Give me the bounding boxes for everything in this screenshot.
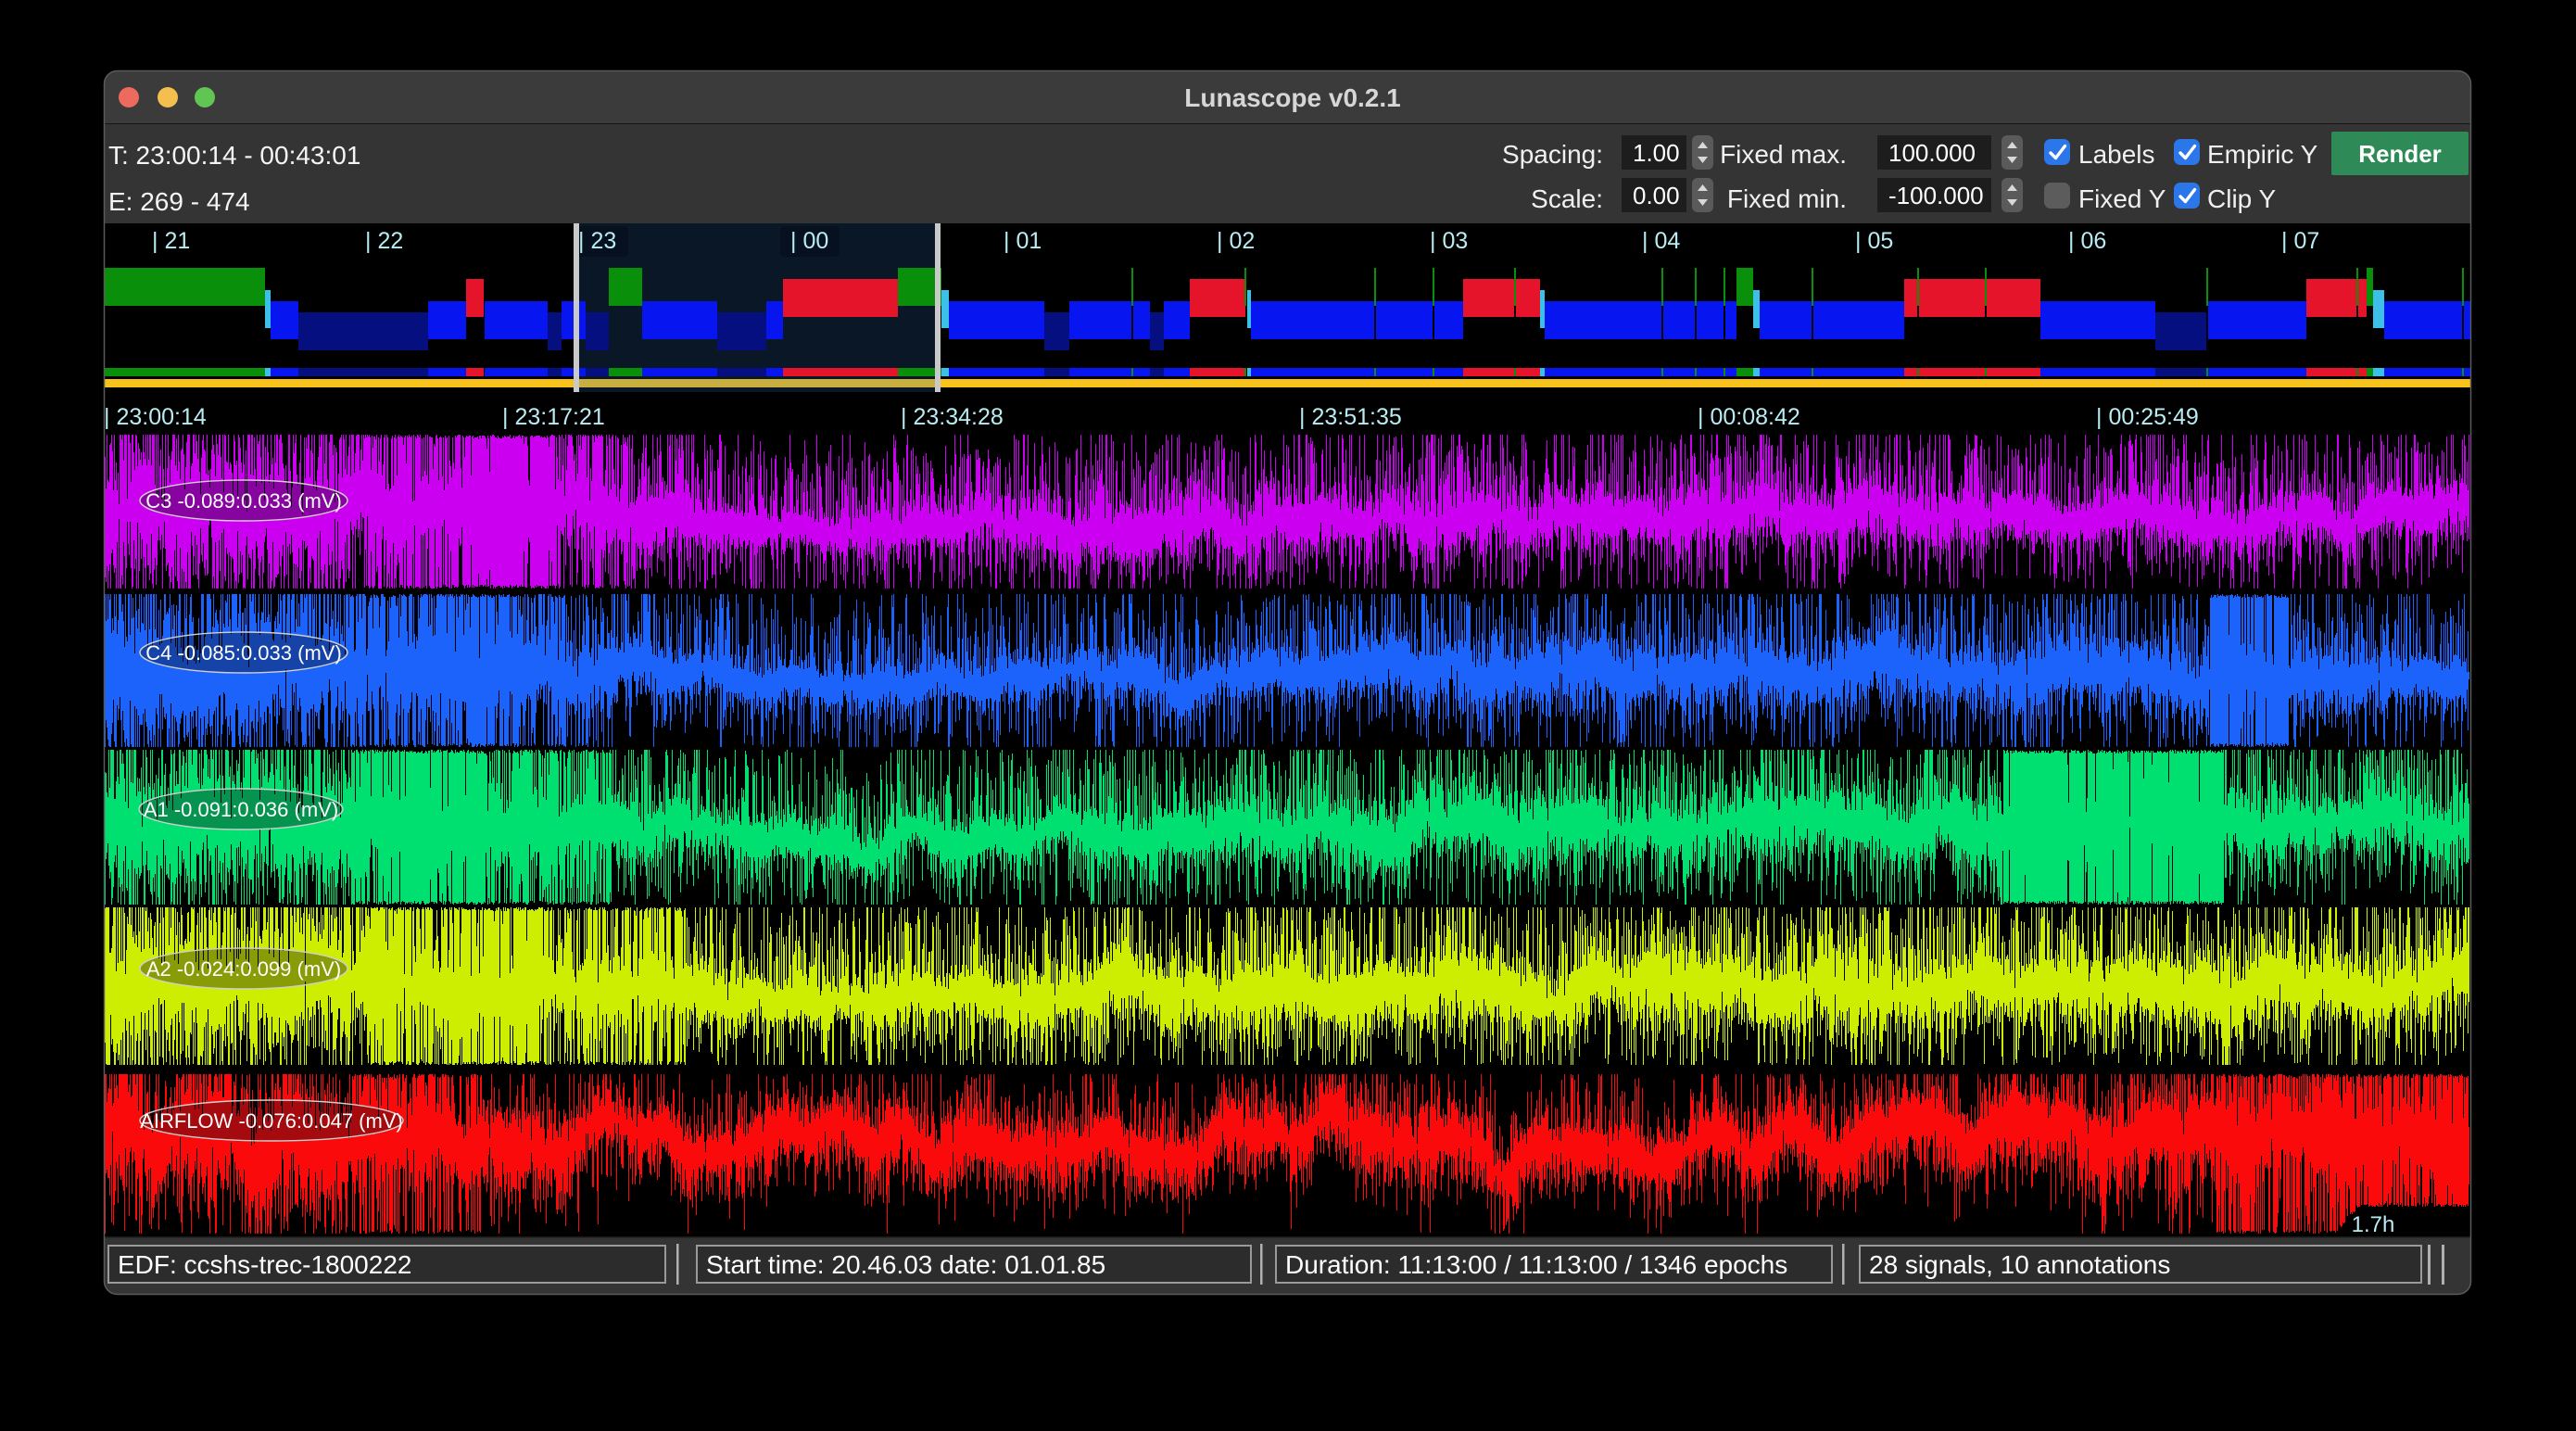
svg-text:| 01: | 01 [1004, 228, 1042, 254]
svg-text:A2 -0.024:0.099 (mV): A2 -0.024:0.099 (mV) [146, 957, 341, 981]
svg-text:C3 -0.089:0.033 (mV): C3 -0.089:0.033 (mV) [145, 489, 342, 513]
svg-text:Fixed Y: Fixed Y [2078, 184, 2166, 213]
svg-text:Empiric Y: Empiric Y [2207, 140, 2318, 169]
svg-text:| 03: | 03 [1430, 228, 1468, 254]
svg-text:| 23:00:14: | 23:00:14 [104, 404, 207, 430]
svg-text:-100.000: -100.000 [1888, 182, 1984, 209]
svg-text:100.000: 100.000 [1888, 139, 1976, 167]
svg-text:| 00: | 00 [790, 228, 828, 254]
svg-text:Fixed min.: Fixed min. [1727, 184, 1847, 213]
svg-text:Duration: 11:13:00 / 11:13:00: Duration: 11:13:00 / 11:13:00 / 1346 epo… [1285, 1250, 1787, 1279]
svg-text:AIRFLOW -0.076:0.047 (mV): AIRFLOW -0.076:0.047 (mV) [140, 1109, 403, 1133]
svg-text:E: 269 - 474: E: 269 - 474 [108, 187, 250, 216]
svg-text:Render: Render [2358, 140, 2442, 168]
svg-text:EDF: ccshs-trec-1800222: EDF: ccshs-trec-1800222 [118, 1250, 411, 1279]
svg-text:Scale:: Scale: [1531, 184, 1603, 213]
svg-text:| 22: | 22 [365, 228, 403, 254]
svg-text:| 00:08:42: | 00:08:42 [1698, 404, 1800, 430]
svg-text:Lunascope v0.2.1: Lunascope v0.2.1 [1184, 83, 1400, 112]
svg-text:| 06: | 06 [2068, 228, 2106, 254]
svg-text:| 02: | 02 [1217, 228, 1255, 254]
svg-text:| 00:25:49: | 00:25:49 [2096, 404, 2199, 430]
svg-text:| 04: | 04 [1642, 228, 1680, 254]
svg-text:| 23:17:21: | 23:17:21 [502, 404, 605, 430]
svg-text:Clip Y: Clip Y [2207, 184, 2277, 213]
svg-text:Fixed max.: Fixed max. [1720, 140, 1847, 169]
svg-text:T: 23:00:14 - 00:43:01: T: 23:00:14 - 00:43:01 [108, 141, 360, 170]
svg-text:Spacing:: Spacing: [1502, 140, 1603, 169]
svg-text:28 signals, 10 annotations: 28 signals, 10 annotations [1869, 1250, 2170, 1279]
svg-text:C4 -0.085:0.033 (mV): C4 -0.085:0.033 (mV) [145, 641, 342, 665]
svg-text:| 23: | 23 [578, 228, 616, 254]
svg-text:Start time: 20.46.03 date: 01.: Start time: 20.46.03 date: 01.01.85 [706, 1250, 1105, 1279]
svg-text:0.00: 0.00 [1633, 182, 1680, 209]
svg-text:A1 -0.091:0.036 (mV): A1 -0.091:0.036 (mV) [144, 798, 338, 821]
svg-text:| 07: | 07 [2281, 228, 2319, 254]
svg-text:1.7h: 1.7h [2352, 1212, 2395, 1237]
svg-text:Labels: Labels [2078, 140, 2155, 169]
svg-text:| 05: | 05 [1855, 228, 1893, 254]
svg-text:| 23:51:35: | 23:51:35 [1299, 404, 1402, 430]
svg-text:| 21: | 21 [152, 228, 190, 254]
svg-text:1.00: 1.00 [1633, 139, 1680, 167]
svg-text:| 23:34:28: | 23:34:28 [901, 404, 1004, 430]
